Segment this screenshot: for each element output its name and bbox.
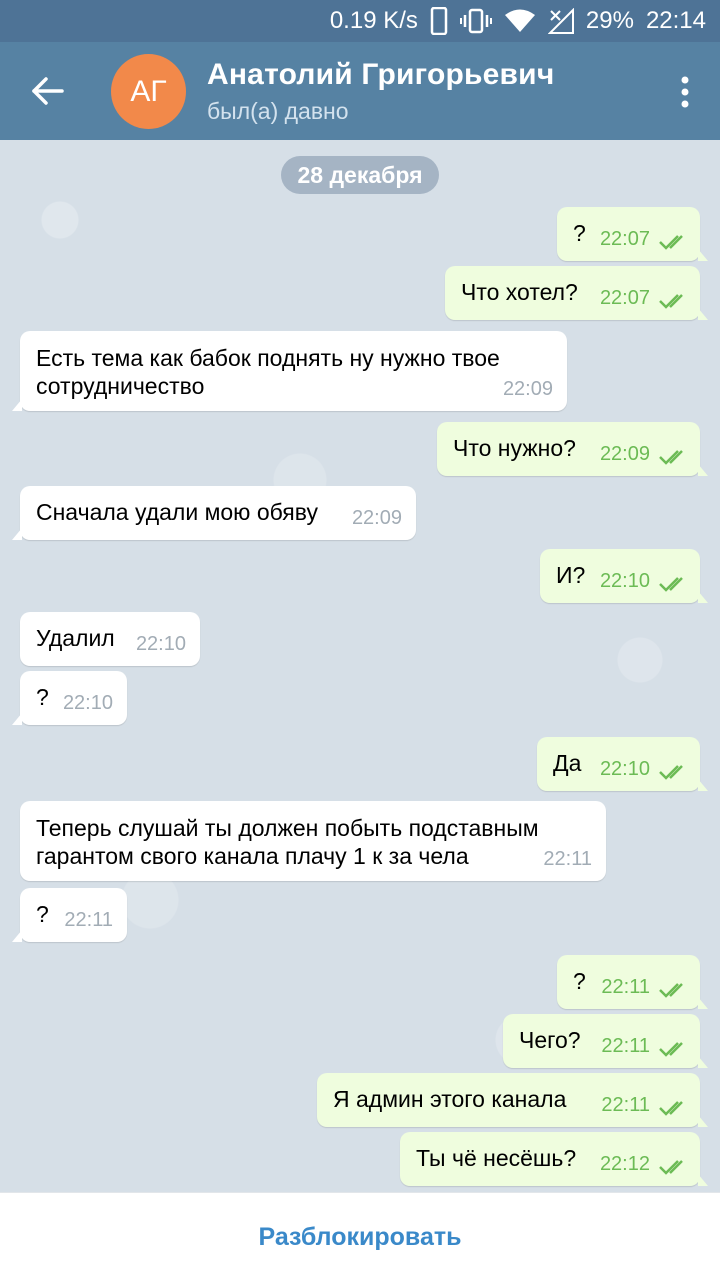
chat-header: АГ Анатолий Григорьевич был(а) давно [0,42,720,140]
message-time: 22:07 [599,287,650,309]
battery-level: 29% [585,7,634,34]
message-text: И? [556,562,586,588]
message-text: ? [36,901,49,927]
double-check-icon [659,1042,683,1057]
message-text: ? [36,684,49,710]
message-time: 22:09 [599,443,650,465]
incoming-message[interactable]: Теперь слушай ты должен побыть подставны… [20,801,606,881]
outgoing-message[interactable]: Да 22:10 [537,737,708,791]
message-time: 22:11 [543,848,592,870]
clock: 22:14 [645,7,706,34]
date-separator: 28 декабря [281,156,439,194]
double-check-icon [659,235,683,250]
outgoing-message[interactable]: И? 22:10 [540,549,708,603]
message-time: 22:09 [351,507,402,529]
double-check-icon [659,577,683,592]
double-check-icon [659,1160,683,1175]
double-check-icon [659,450,683,465]
contact-name[interactable]: Анатолий Григорьевич [207,58,554,92]
double-check-icon [659,294,683,309]
incoming-message[interactable]: Удалил 22:10 [20,612,200,666]
message-text: Ты чё несёшь? [416,1145,577,1171]
outgoing-message[interactable]: ? 22:07 [557,207,708,261]
incoming-message[interactable]: ? 22:11 [12,888,127,942]
message-text: ? [573,968,586,994]
outgoing-message[interactable]: Я админ этого канала 22:11 [317,1073,708,1127]
message-time: 22:11 [601,976,650,998]
message-time: 22:12 [599,1153,650,1175]
message-text: Чего? [519,1027,581,1053]
message-time: 22:11 [601,1094,650,1116]
signal-icon [547,8,574,34]
double-check-icon [659,765,683,780]
outgoing-message[interactable]: Чего? 22:11 [503,1014,708,1068]
outgoing-message[interactable]: Что нужно? 22:09 [437,422,708,476]
message-text: Что хотел? [461,279,578,305]
more-vertical-icon[interactable] [680,76,690,108]
message-list[interactable]: 28 декабря ? 22:07 Что хотел? 22:07 Есть… [0,140,720,1192]
message-text: Да [553,750,582,776]
vibrate-icon [459,8,492,34]
message-time: 22:10 [62,692,113,714]
message-text: Что нужно? [453,435,576,461]
message-time: 22:07 [599,228,650,250]
message-text: Теперь слушай ты должен побыть подставны… [36,815,539,869]
message-text: Есть тема как бабок поднять ну нужно тво… [36,345,500,399]
avatar[interactable]: АГ [111,54,186,129]
last-seen-status: был(а) давно [207,98,349,124]
network-speed: 0.19 K/s [329,7,418,34]
unblock-button[interactable]: Разблокировать [259,1223,462,1252]
message-text: Удалил [36,625,115,651]
wifi-icon [504,9,535,32]
outgoing-message[interactable]: ? 22:11 [557,955,708,1009]
message-time: 22:10 [599,570,650,592]
double-check-icon [659,983,683,998]
message-text: Сначала удали мою обяву [36,499,318,525]
double-check-icon [659,1101,683,1116]
status-bar: 0.19 K/s 29% 22:14 [0,0,720,42]
message-text: Я админ этого канала [333,1086,567,1112]
message-time: 22:10 [135,633,186,655]
message-time: 22:10 [599,758,650,780]
message-time: 22:11 [601,1035,650,1057]
incoming-message[interactable]: Сначала удали мою обяву 22:09 [12,486,416,540]
back-arrow-icon[interactable] [28,71,68,111]
message-text: ? [573,220,586,246]
outgoing-message[interactable]: Что хотел? 22:07 [445,266,708,320]
outgoing-message[interactable]: Ты чё несёшь? 22:12 [400,1132,708,1186]
message-time: 22:09 [502,378,553,400]
bottom-bar: Разблокировать [0,1192,720,1281]
incoming-message[interactable]: ? 22:10 [12,671,127,725]
incoming-message[interactable]: Есть тема как бабок поднять ну нужно тво… [12,331,567,411]
phone-icon [430,7,448,35]
message-time: 22:11 [64,909,113,931]
